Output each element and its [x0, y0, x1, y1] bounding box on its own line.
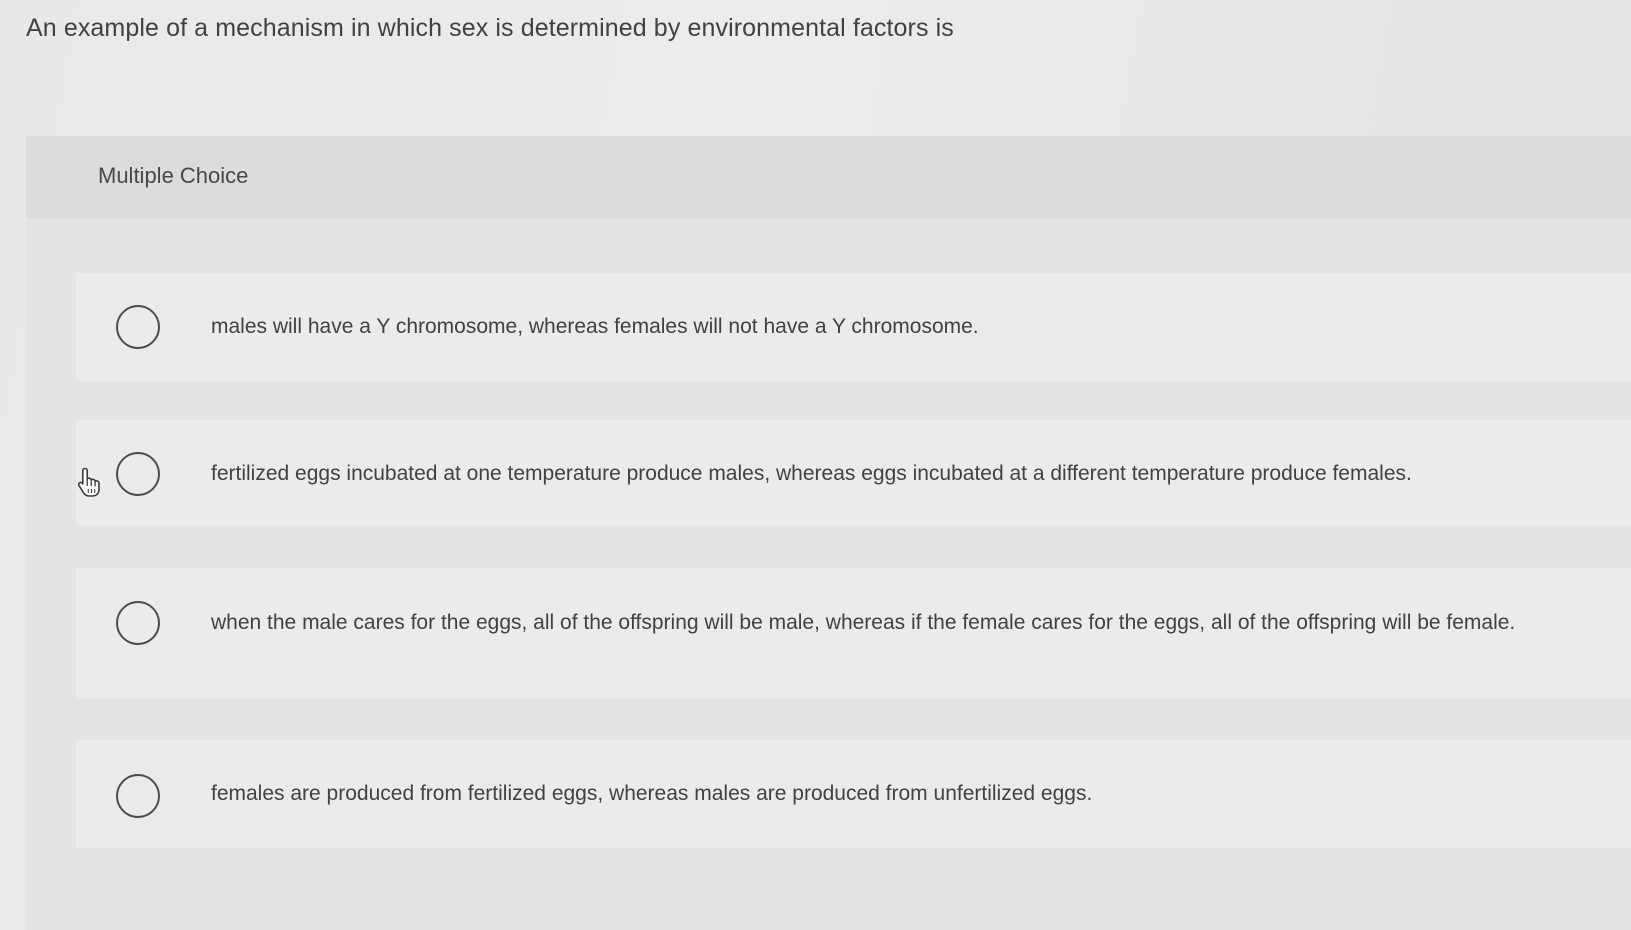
radio-button-option-1[interactable]	[116, 305, 160, 349]
answer-option-label: males will have a Y chromosome, whereas …	[211, 315, 979, 338]
radio-button-option-3[interactable]	[116, 601, 160, 645]
radio-button-option-4[interactable]	[116, 774, 160, 818]
answer-option-label: females are produced from fertilized egg…	[211, 782, 1093, 805]
question-text: An example of a mechanism in which sex i…	[26, 14, 954, 42]
answer-option-2[interactable]: fertilized eggs incubated at one tempera…	[76, 420, 1631, 526]
answer-option-label: when the male cares for the eggs, all of…	[211, 611, 1516, 634]
answer-option-4[interactable]: females are produced from fertilized egg…	[76, 740, 1631, 848]
answer-option-label: fertilized eggs incubated at one tempera…	[211, 462, 1412, 485]
answer-option-1[interactable]: males will have a Y chromosome, whereas …	[76, 273, 1631, 381]
multiple-choice-panel: Multiple Choice males will have a Y chro…	[26, 136, 1631, 930]
answer-option-3[interactable]: when the male cares for the eggs, all of…	[76, 568, 1631, 698]
radio-button-option-2[interactable]	[116, 452, 160, 496]
panel-header: Multiple Choice	[26, 136, 1631, 218]
hand-pointer-icon	[76, 466, 104, 498]
question-type-label: Multiple Choice	[98, 163, 249, 188]
